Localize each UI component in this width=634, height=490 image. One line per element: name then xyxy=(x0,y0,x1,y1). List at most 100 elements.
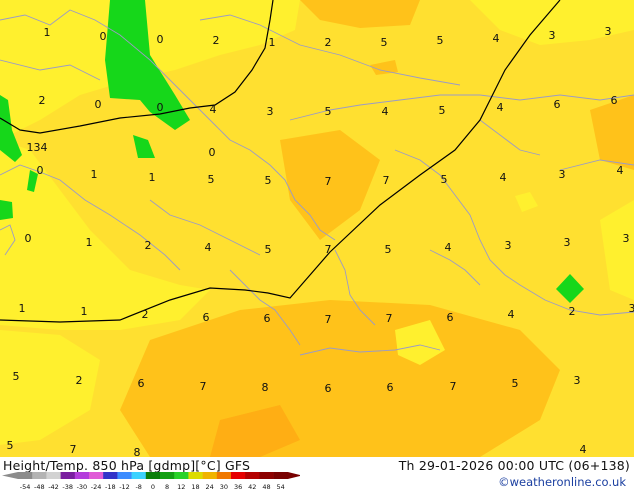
map-value-label: 3 xyxy=(564,236,571,249)
scale-tick-label: -8 xyxy=(135,483,141,490)
map-value-label: 6 xyxy=(264,312,271,325)
scale-tick-label: 0 xyxy=(151,483,155,490)
map-value-label: 3 xyxy=(605,25,612,38)
map-value-label: 5 xyxy=(385,243,392,256)
map-value-label: 8 xyxy=(262,381,269,394)
scale-swatch xyxy=(46,472,61,479)
map-value-label: 1 xyxy=(269,36,276,49)
map-value-label: 5 xyxy=(208,173,215,186)
scale-swatch xyxy=(74,472,90,479)
scale-tick-label: 24 xyxy=(206,483,214,490)
scale-tick-label: 30 xyxy=(220,483,228,490)
scale-tick-label: -12 xyxy=(119,483,130,490)
map-value-label: 5 xyxy=(439,104,446,117)
scale-swatch xyxy=(160,472,175,479)
map-value-label: 1 xyxy=(44,26,51,39)
map-value-label: 4 xyxy=(205,241,212,254)
scale-swatch xyxy=(103,472,118,479)
map-value-label: 7 xyxy=(325,243,332,256)
map-value-label: 5 xyxy=(512,377,519,390)
map-value-label: 5 xyxy=(325,105,332,118)
scale-swatch xyxy=(145,472,161,479)
scale-swatch xyxy=(131,472,147,479)
scale-swatch xyxy=(60,472,76,479)
map-value-label: 4 xyxy=(497,101,504,114)
scale-tick-label: 18 xyxy=(191,483,199,490)
scale-arrow-right-icon xyxy=(287,472,300,479)
map-value-label: 4 xyxy=(382,105,389,118)
map-canvas: 1 0 0 2 1 2 5 5 4 3 32 0 0 4 3 5 4 5 4 6 61340 1 105 5 7 7 5 4 3 40 1 2… xyxy=(0,0,634,457)
map-value-label: 5 xyxy=(265,243,272,256)
map-value-label: 7 xyxy=(386,312,393,325)
scale-tick-label: 36 xyxy=(234,483,242,490)
map-value-label: 6 xyxy=(554,98,561,111)
scale-swatch xyxy=(117,472,132,479)
map-value-label: 7 xyxy=(383,174,390,187)
footer-bar: Height/Temp. 850 hPa [gdmp][°C] GFS Th 2… xyxy=(0,457,634,490)
scale-tick-label: 54 xyxy=(277,483,285,490)
map-value-label: 6 xyxy=(387,381,394,394)
map-value-label: 6 xyxy=(138,377,145,390)
scale-tick-label: -24 xyxy=(91,483,102,490)
scale-tick-label: -18 xyxy=(105,483,116,490)
scale-swatch xyxy=(231,472,246,479)
scale-swatch xyxy=(273,472,289,479)
scale-swatch xyxy=(174,472,189,479)
map-value-label: 5 xyxy=(7,439,14,452)
map-value-label: 3 xyxy=(574,374,581,387)
color-scale-bar: -54 -48 -42 -38 -30 -24 -18 -12 -8 0 8 12 18 24 30 36 42… xyxy=(2,472,300,490)
map-value-label: 134 xyxy=(27,141,48,154)
map-value-label: 5 xyxy=(265,174,272,187)
scale-tick-label: -54 xyxy=(20,483,31,490)
map-value-label: 7 xyxy=(200,380,207,393)
map-value-label: 3 xyxy=(267,105,274,118)
map-value-label: 1 xyxy=(81,305,88,318)
map-value-label: 0 xyxy=(157,101,164,114)
map-value-label: 5 xyxy=(13,370,20,383)
map-value-label: 8 xyxy=(134,446,141,457)
scale-tick-label: -48 xyxy=(34,483,45,490)
map-value-label: 1 xyxy=(149,171,156,184)
map-value-label: 5 xyxy=(437,34,444,47)
scale-tick-label: 42 xyxy=(248,483,256,490)
map-value-label: 6 xyxy=(447,311,454,324)
map-value-label: 1 xyxy=(19,302,26,315)
map-value-label: 2 xyxy=(213,34,220,47)
map-value-label: 2 xyxy=(76,374,83,387)
map-value-label: 0 xyxy=(157,33,164,46)
scale-tick-label: 8 xyxy=(165,483,169,490)
scale-swatch xyxy=(188,472,203,479)
map-value-label: 3 xyxy=(623,232,630,245)
map-value-label: 7 xyxy=(450,380,457,393)
weather-map: 1 0 0 2 1 2 5 5 4 3 3 2 0 0 4 3 5 4 5 4 6 6 134 0 1 1 0 5 5 7 7 5 4 3 4 0 1 2… xyxy=(0,0,634,457)
map-value-label: 6 xyxy=(325,382,332,395)
scale-swatch xyxy=(89,472,104,479)
map-value-label: 0 xyxy=(37,164,44,177)
scale-tick-label: -30 xyxy=(77,483,88,490)
cold-area-italy xyxy=(0,200,13,220)
map-value-label: 2 xyxy=(145,239,152,252)
map-value-label: 7 xyxy=(325,175,332,188)
map-value-label: 2 xyxy=(325,36,332,49)
map-value-label: 0 xyxy=(25,232,32,245)
scale-swatch xyxy=(216,472,232,479)
scale-swatch xyxy=(32,472,47,479)
scale-tick-label: -38 xyxy=(62,483,73,490)
map-value-label: 3 xyxy=(549,29,556,42)
credit-link[interactable]: ©weatheronline.co.uk xyxy=(498,475,626,489)
map-value-label: 5 xyxy=(381,36,388,49)
scale-swatch xyxy=(18,472,33,479)
map-value-label: 0 xyxy=(100,30,107,43)
scale-swatch xyxy=(259,472,274,479)
map-value-label: 4 xyxy=(445,241,452,254)
map-value-label: 3 xyxy=(629,302,634,315)
map-value-label: 2 xyxy=(569,305,576,318)
map-value-label: 6 xyxy=(203,311,210,324)
map-value-label: 1 xyxy=(91,168,98,181)
map-value-label: 2 xyxy=(39,94,46,107)
map-value-label: 3 xyxy=(559,168,566,181)
map-value-label: 0 xyxy=(209,146,216,159)
map-value-label: 4 xyxy=(493,32,500,45)
scale-arrow-left-icon xyxy=(2,472,18,479)
scale-swatch xyxy=(202,472,218,479)
